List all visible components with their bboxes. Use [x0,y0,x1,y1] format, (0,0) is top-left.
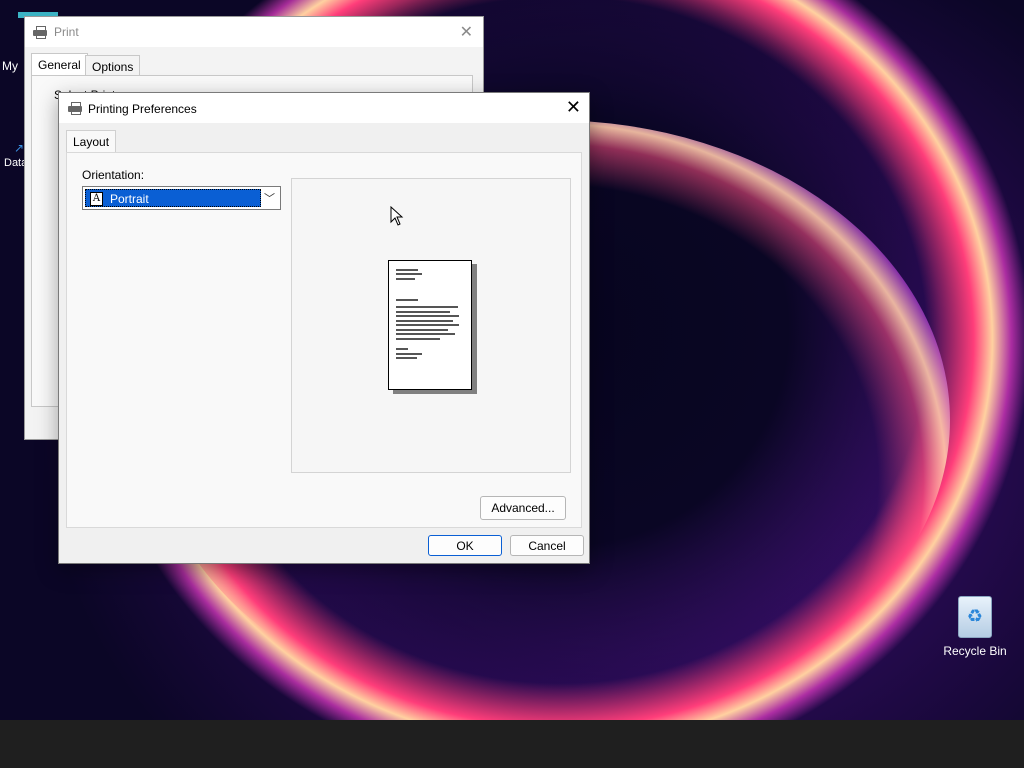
printer-icon [68,102,82,115]
cancel-button[interactable]: Cancel [510,535,584,556]
print-window-title: Print [54,25,79,39]
print-window-titlebar[interactable]: Print ✕ [25,17,483,47]
desktop: My Data ↗ ♻ Recycle Bin Print ✕ General … [0,0,1024,768]
tab-general[interactable]: General [31,53,88,76]
page-preview [291,178,571,473]
close-icon[interactable]: ✕ [566,97,581,118]
desktop-icon-label-my[interactable]: My [2,59,18,73]
printing-preferences-dialog: Printing Preferences ✕ Layout Orientatio… [58,92,590,564]
layout-panel: Orientation: A Portrait ﹀ Advanced... [66,152,582,528]
print-window-close-icon[interactable]: ✕ [460,22,473,42]
orientation-select[interactable]: A Portrait ﹀ [82,186,281,210]
orientation-label: Orientation: [82,168,145,182]
chevron-down-icon[interactable]: ﹀ [264,190,275,206]
taskbar [0,720,1024,768]
advanced-button[interactable]: Advanced... [480,496,566,520]
mouse-cursor-icon [390,206,404,226]
shortcut-arrow-icon: ↗ [14,141,25,155]
printer-icon [33,26,47,39]
recycle-bin-icon: ♻ [958,596,992,638]
recycle-bin[interactable]: ♻ Recycle Bin [940,596,1010,658]
prefs-titlebar[interactable]: Printing Preferences ✕ [59,93,589,123]
page-preview-sheet [388,260,472,390]
tab-layout[interactable]: Layout [66,130,117,153]
orientation-value: Portrait [110,192,149,206]
recycle-bin-label: Recycle Bin [943,644,1007,658]
prefs-title: Printing Preferences [88,102,197,116]
orientation-selected-option: A Portrait [85,189,261,207]
ok-button[interactable]: OK [428,535,502,556]
portrait-orientation-icon: A [90,192,103,206]
